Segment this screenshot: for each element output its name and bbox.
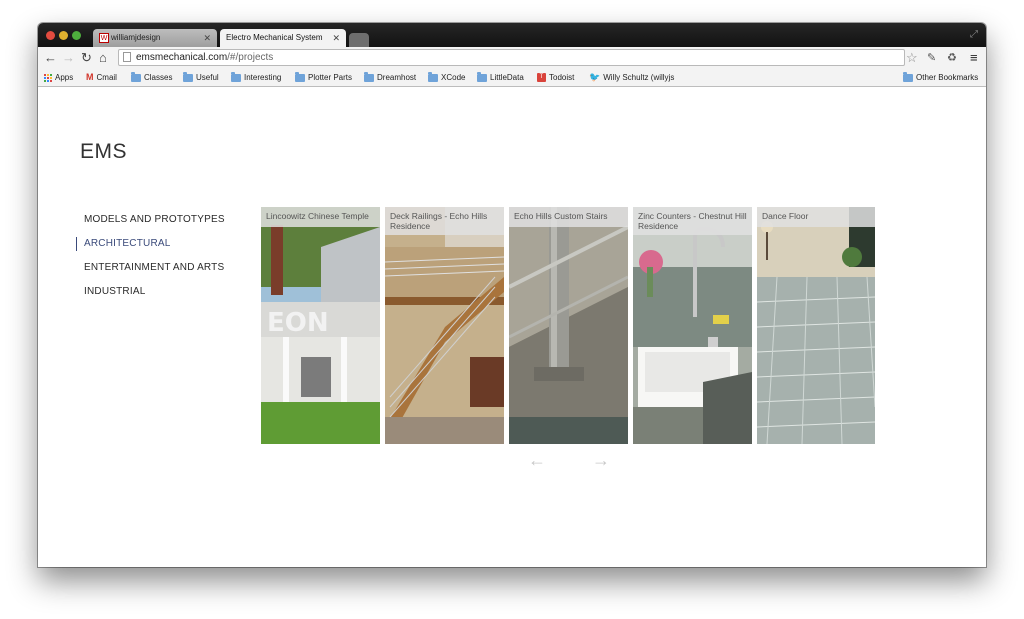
recycle-extension-icon[interactable]: ♻: [947, 50, 957, 66]
close-tab-icon[interactable]: ✕: [332, 29, 340, 47]
w-favicon-icon: W: [99, 32, 109, 43]
bookmark-label: Useful: [196, 73, 219, 82]
custom-stairs-photo: [509, 207, 628, 444]
project-card-dance-floor[interactable]: Dance Floor: [757, 207, 875, 444]
nav-item-entertainment-and-arts[interactable]: ENTERTAINMENT AND ARTS: [76, 261, 225, 285]
bookmark-label: Interesting: [244, 73, 282, 82]
address-bar[interactable]: emsmechanical.com/#/projects: [118, 49, 905, 66]
page-content: EMS MODELS AND PROTOTYPES ARCHITECTURAL …: [38, 87, 986, 567]
zinc-counters-photo: [633, 207, 752, 444]
url-host: emsmechanical.com: [136, 52, 228, 63]
url-path: /#/projects: [227, 52, 274, 63]
browser-window: Wwilliamjdesign ✕ Electro Mechanical Sys…: [38, 23, 986, 567]
svg-text:EON: EON: [267, 308, 329, 338]
page-icon: [123, 52, 131, 62]
folder-icon: [295, 71, 305, 82]
bookmark-other-bookmarks[interactable]: Other Bookmarks: [903, 71, 979, 83]
tab-williamjdesign[interactable]: Wwilliamjdesign ✕: [93, 29, 217, 47]
twitter-bird-icon: 🐦: [589, 72, 601, 82]
nav-item-industrial[interactable]: INDUSTRIAL: [76, 285, 225, 309]
bookmark-useful[interactable]: Useful: [183, 71, 219, 83]
folder-icon: [364, 71, 374, 82]
bookmark-label: Classes: [144, 73, 173, 82]
nav-item-architectural[interactable]: ARCHITECTURAL: [76, 237, 225, 261]
gmail-icon: M: [86, 72, 94, 82]
tab-label: williamjdesign: [111, 33, 161, 42]
forward-arrow-icon[interactable]: →: [62, 50, 75, 66]
browser-toolbar: ← → ↻ ⌂ emsmechanical.com/#/projects ☆ ✎…: [38, 47, 986, 69]
bookmark-label: Other Bookmarks: [916, 73, 979, 82]
project-card-zinc-counters[interactable]: Zinc Counters - Chestnut Hill Residence: [633, 207, 752, 444]
folder-icon: [428, 71, 438, 82]
bookmark-littledata[interactable]: LittleData: [477, 71, 524, 83]
project-caption: Echo Hills Custom Stairs: [509, 207, 628, 227]
temple-photo: EON: [261, 207, 380, 444]
todoist-icon: T: [537, 73, 546, 82]
folder-icon: [903, 71, 913, 82]
bookmarks-bar: Apps M Cmail Classes Useful Interesting …: [38, 69, 986, 87]
project-card-deck-railings[interactable]: Deck Railings - Echo Hills Residence: [385, 207, 504, 444]
deck-railings-photo: [385, 207, 504, 444]
fullscreen-icon[interactable]: ⤢: [970, 29, 978, 40]
menu-icon[interactable]: ≡: [970, 50, 978, 66]
folder-icon: [477, 71, 487, 82]
project-caption: Zinc Counters - Chestnut Hill Residence: [633, 207, 752, 235]
folder-icon: [131, 71, 141, 82]
gallery-pagination: ← →: [528, 450, 618, 470]
bookmark-plotter-parts[interactable]: Plotter Parts: [295, 71, 353, 83]
bookmark-label: Willy Schultz (willyjs: [603, 73, 675, 82]
minimize-window-button[interactable]: [59, 31, 68, 40]
bookmark-interesting[interactable]: Interesting: [231, 71, 282, 83]
bookmark-label: Apps: [55, 73, 74, 82]
title-bar: Wwilliamjdesign ✕ Electro Mechanical Sys…: [38, 23, 986, 47]
back-arrow-icon[interactable]: ←: [44, 50, 57, 66]
nav-item-models-and-prototypes[interactable]: MODELS AND PROTOTYPES: [76, 213, 225, 237]
folder-icon: [183, 71, 193, 82]
close-window-button[interactable]: [46, 31, 55, 40]
new-tab-button[interactable]: [349, 33, 369, 47]
bookmark-label: XCode: [441, 73, 466, 82]
bookmark-label: Plotter Parts: [308, 73, 353, 82]
home-icon[interactable]: ⌂: [99, 50, 107, 66]
bookmark-xcode[interactable]: XCode: [428, 71, 466, 83]
apps-grid-icon: [44, 73, 52, 82]
bookmark-star-icon[interactable]: ☆: [906, 50, 918, 66]
bookmark-apps[interactable]: Apps: [44, 72, 73, 83]
project-gallery: EON Lincoowitz Chinese Temple Deck Raili…: [261, 207, 875, 444]
tab-label: Electro Mechanical System: [226, 33, 323, 42]
bookmark-label: Todoist: [549, 73, 575, 82]
project-caption: Deck Railings - Echo Hills Residence: [385, 207, 504, 235]
project-caption: Lincoowitz Chinese Temple: [261, 207, 380, 227]
bookmark-dreamhost[interactable]: Dreamhost: [364, 71, 417, 83]
category-nav: MODELS AND PROTOTYPES ARCHITECTURAL ENTE…: [76, 213, 225, 309]
project-card-custom-stairs[interactable]: Echo Hills Custom Stairs: [509, 207, 628, 444]
project-caption: Dance Floor: [757, 207, 875, 227]
site-logo-title[interactable]: EMS: [80, 140, 127, 164]
previous-arrow-icon[interactable]: ←: [528, 450, 546, 470]
close-tab-icon[interactable]: ✕: [203, 29, 211, 47]
bookmark-label: Cmail: [96, 73, 117, 82]
reload-icon[interactable]: ↻: [81, 50, 92, 66]
bookmark-classes[interactable]: Classes: [131, 71, 173, 83]
tab-electro-mechanical[interactable]: Electro Mechanical System ✕: [220, 29, 346, 47]
extension-tool-icon[interactable]: ✎: [927, 50, 936, 66]
bookmark-willy-schultz[interactable]: 🐦 Willy Schultz (willyjs: [589, 72, 674, 83]
bookmark-label: Dreamhost: [377, 73, 417, 82]
bookmark-todoist[interactable]: T Todoist: [537, 72, 574, 83]
zoom-window-button[interactable]: [72, 31, 81, 40]
dance-floor-photo: [757, 207, 875, 444]
project-card-chinese-temple[interactable]: EON Lincoowitz Chinese Temple: [261, 207, 380, 444]
bookmark-cmail[interactable]: M Cmail: [86, 72, 117, 83]
bookmark-label: LittleData: [490, 73, 524, 82]
folder-icon: [231, 71, 241, 82]
next-arrow-icon[interactable]: →: [592, 450, 610, 470]
